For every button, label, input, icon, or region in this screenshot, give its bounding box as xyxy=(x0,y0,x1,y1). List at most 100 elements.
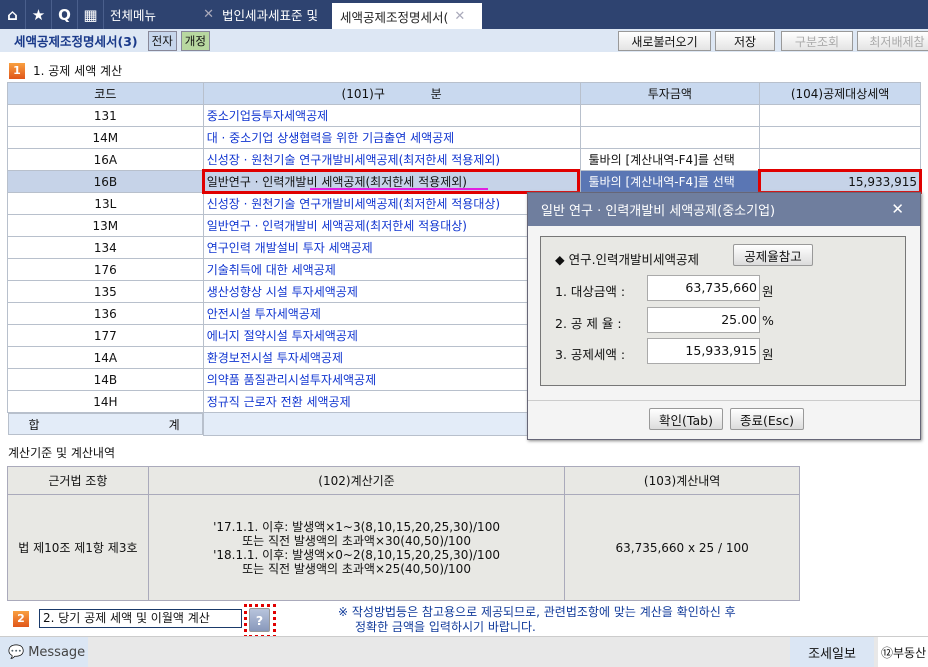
unit-label: 원 xyxy=(762,284,774,299)
row-name[interactable]: 환경보전시설 투자세액공제 xyxy=(202,346,581,369)
star-icon[interactable]: ★ xyxy=(26,0,52,29)
row-name[interactable]: 연구인력 개발설비 투자 세액공제 xyxy=(202,236,581,259)
tab-label: 법인세과세표준 및 xyxy=(222,8,318,23)
section-1-header: 1 1. 공제 세액 계산 xyxy=(9,62,122,79)
row-code: 16A xyxy=(7,148,204,171)
target-amount-input[interactable]: 63,735,660 xyxy=(647,275,760,301)
close-icon[interactable]: ✕ xyxy=(203,7,214,22)
revised-badge[interactable]: 개정 xyxy=(180,30,210,51)
col-investment: 투자금액 xyxy=(579,82,761,105)
field-label: 1. 대상금액 : xyxy=(555,284,626,299)
law-article: 법 제10조 제1항 제3호 xyxy=(7,494,149,601)
close-icon[interactable]: ✕ xyxy=(454,9,465,24)
dialog-heading: ◆ 연구.인력개발비세액공제 xyxy=(555,252,700,267)
table-row[interactable]: 14M 대 · 중소기업 상생협력을 위한 기금출연 세액공제 xyxy=(7,126,921,149)
row-name[interactable]: 에너지 절약시설 투자세액공제 xyxy=(202,324,581,347)
tab-bar: ⌂ ★ Q ▦ 전체메뉴 ✕ 법인세과세표준 및 세액공제조정명세서(✕ xyxy=(0,0,928,29)
realty-link[interactable]: ⑫부동산 xyxy=(878,637,928,667)
calc-section-title: 계산기준 및 계산내역 xyxy=(8,446,115,460)
col-basis: (102)계산기준 xyxy=(147,466,566,495)
calc-basis: '17.1.1. 이후: 발생액×1~3(8,10,15,20,25,30)/1… xyxy=(147,494,566,601)
row-investment: 툴바의 [계산내역-F4]를 선택 xyxy=(579,148,761,171)
row-name[interactable]: 신성장 · 원천기술 연구개발비세액공제(최저한세 적용대상) xyxy=(202,192,581,215)
col-detail: (103)계산내역 xyxy=(564,466,800,495)
row-code: 16B xyxy=(7,170,204,193)
notice-text: ※ 작성방법등은 참고용으로 제공되므로, 관련법조항에 맞는 계산을 확인하신… xyxy=(338,605,736,635)
section-number: 1 xyxy=(9,62,25,79)
tab-tax-credit[interactable]: 세액공제조정명세서(✕ xyxy=(332,3,482,29)
row-investment: 툴바의 [계산내역-F4]를 선택 xyxy=(579,170,761,193)
tab-label: 전체메뉴 xyxy=(110,8,157,23)
tab-full-menu[interactable]: 전체메뉴 xyxy=(104,0,156,29)
save-button[interactable]: 저장 xyxy=(715,31,775,51)
row-amount[interactable] xyxy=(759,104,921,127)
row-code: 176 xyxy=(7,258,204,281)
unit-label: 원 xyxy=(762,347,774,362)
notice-line: ※ 작성방법등은 참고용으로 제공되므로, 관련법조항에 맞는 계산을 확인하신… xyxy=(338,605,736,619)
close-icon[interactable]: ✕ xyxy=(891,200,904,218)
row-investment xyxy=(579,126,761,149)
row-code: 14H xyxy=(7,390,204,413)
row-code: 135 xyxy=(7,280,204,303)
home-icon[interactable]: ⌂ xyxy=(0,0,26,29)
row-name[interactable]: 중소기업등투자세액공제 xyxy=(202,104,581,127)
sum-label-a: 합 xyxy=(28,417,40,432)
close-button[interactable]: 종료(Esc) xyxy=(730,408,804,430)
electronic-badge[interactable]: 전자 xyxy=(147,30,177,51)
rate-input[interactable]: 25.00 xyxy=(647,307,760,333)
row-code: 13M xyxy=(7,214,204,237)
row-name[interactable]: 일반연구 · 인력개발비 세액공제(최저한세 적용대상) xyxy=(202,214,581,237)
row-code: 177 xyxy=(7,324,204,347)
rate-reference-button[interactable]: 공제율참고 xyxy=(733,244,813,266)
help-button[interactable]: ? xyxy=(249,608,270,632)
row-name[interactable]: 신성장 · 원천기술 연구개발비세액공제(최저한세 적용제외) xyxy=(202,148,581,171)
dialog-title-bar: 일반 연구 · 인력개발비 세액공제(중소기업) ✕ xyxy=(528,193,920,226)
confirm-button[interactable]: 확인(Tab) xyxy=(649,408,723,430)
row-code: 14A xyxy=(7,346,204,369)
row-code: 14B xyxy=(7,368,204,391)
page-title: 세액공제조정명세서(3) xyxy=(14,34,138,49)
credit-amount-input[interactable]: 15,933,915 xyxy=(647,338,760,364)
notice-line: 정확한 금액을 입력하시기 바랍니다. xyxy=(355,620,536,634)
section-number: 2 xyxy=(13,610,29,627)
news-link[interactable]: 조세일보 xyxy=(790,637,874,667)
table-row[interactable]: 131 중소기업등투자세액공제 xyxy=(7,104,921,127)
highlight-box xyxy=(202,169,580,194)
table-row[interactable]: 16A 신성장 · 원천기술 연구개발비세액공제(최저한세 적용제외) 툴바의 [계… xyxy=(7,148,921,171)
basis-line: 또는 직전 발생액의 초과액×25(40,50)/100 xyxy=(242,561,471,576)
col-code: 코드 xyxy=(7,82,204,105)
row-code: 131 xyxy=(7,104,204,127)
sum-cell xyxy=(202,412,581,436)
row-name[interactable]: 의약품 품질관리시설투자세액공제 xyxy=(202,368,581,391)
field-label: 2. 공 제 율 : xyxy=(555,316,622,331)
message-button[interactable]: 💬 Message xyxy=(0,637,88,667)
sum-label: 합계 xyxy=(7,413,203,435)
highlight-box xyxy=(758,169,922,194)
underline-mark xyxy=(310,188,488,190)
reload-button[interactable]: 새로불러오기 xyxy=(618,31,711,51)
calendar-icon[interactable]: ▦ xyxy=(78,0,104,29)
toolbar: 세액공제조정명세서(3) 전자 개정 새로불러오기 저장 구분조회 최저배제참 xyxy=(0,29,928,52)
tax-credit-dialog: 일반 연구 · 인력개발비 세액공제(중소기업) ✕ ◆ 연구.인력개발비세액공제… xyxy=(527,192,921,440)
section-label: 1. 공제 세액 계산 xyxy=(33,64,123,78)
min-tax-button[interactable]: 최저배제참 xyxy=(857,31,928,51)
col-law: 근거법 조항 xyxy=(7,466,149,495)
row-name[interactable]: 안전시설 투자세액공제 xyxy=(202,302,581,325)
row-name[interactable]: 기술취득에 대한 세액공제 xyxy=(202,258,581,281)
row-name[interactable]: 생산성향상 시설 투자세액공제 xyxy=(202,280,581,303)
section-2-link[interactable]: 2. 당기 공제 세액 및 이월액 계산 xyxy=(39,609,242,628)
tab-corp-tax[interactable]: ✕ 법인세과세표준 및 xyxy=(156,0,326,29)
sum-label-b: 계 xyxy=(168,417,180,432)
row-amount[interactable] xyxy=(759,148,921,171)
row-name[interactable]: 대 · 중소기업 상생협력을 위한 기금출연 세액공제 xyxy=(202,126,581,149)
row-name[interactable]: 정규직 근로자 전환 세액공제 xyxy=(202,390,581,413)
dialog-panel: ◆ 연구.인력개발비세액공제 공제율참고 1. 대상금액 : 63,735,66… xyxy=(540,236,906,386)
row-code: 14M xyxy=(7,126,204,149)
search-q-icon[interactable]: Q xyxy=(52,0,78,29)
row-code: 13L xyxy=(7,192,204,215)
calc-detail: 63,735,660 x 25 / 100 xyxy=(564,494,800,601)
status-bar: 💬 Message 조세일보 ⑫부동산 xyxy=(0,636,928,667)
section-2-header: 2 2. 당기 공제 세액 및 이월액 계산 xyxy=(13,609,242,628)
row-amount[interactable] xyxy=(759,126,921,149)
lookup-button[interactable]: 구분조회 xyxy=(781,31,853,51)
